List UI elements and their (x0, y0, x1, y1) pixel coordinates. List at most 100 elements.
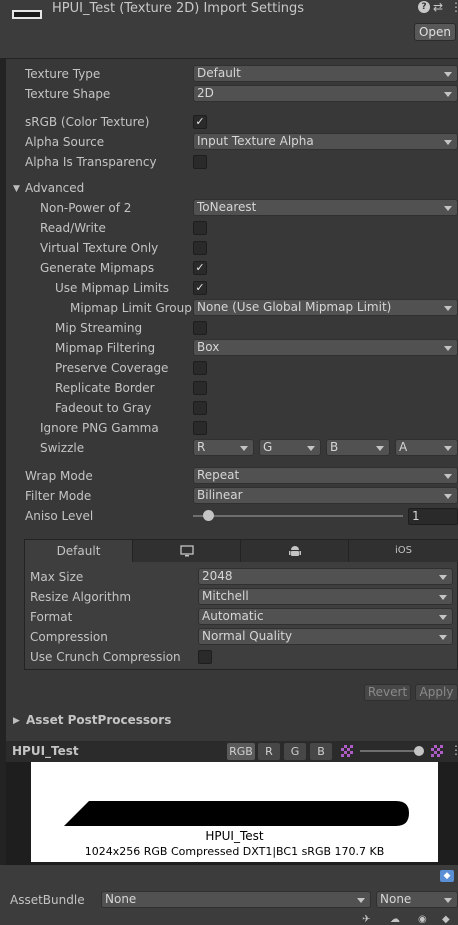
texture-thumbnail-icon (12, 10, 42, 19)
read-write-checkbox[interactable] (193, 221, 207, 235)
label-tag-icon[interactable]: ◆ (440, 870, 454, 882)
tab-ios[interactable]: iOS (349, 540, 458, 562)
ignore-png-gamma-label: Ignore PNG Gamma (40, 421, 159, 435)
chevron-down-icon (444, 306, 452, 311)
channel-rgb-button[interactable]: RGB (227, 743, 255, 760)
alpha-toggle-icon[interactable] (341, 745, 353, 757)
alpha-is-transparency-checkbox[interactable] (193, 155, 207, 169)
swizzle-b-dropdown[interactable]: B (326, 439, 390, 456)
compression-label: Compression (30, 630, 108, 644)
channel-b-button[interactable]: B (310, 743, 332, 760)
wrap-mode-dropdown[interactable]: Repeat (193, 467, 458, 484)
advanced-foldout-icon[interactable]: ▼ (13, 184, 20, 194)
advanced-foldout-label[interactable]: Advanced (25, 181, 84, 195)
texture-type-label: Texture Type (25, 67, 101, 81)
postprocessors-foldout-icon[interactable]: ▶ (13, 716, 20, 726)
swizzle-a-value: A (399, 440, 408, 454)
wrap-mode-value: Repeat (197, 468, 240, 482)
header-divider (6, 58, 458, 59)
texture-shape-dropdown[interactable]: 2D (193, 85, 458, 102)
texture-shape-value: 2D (197, 86, 214, 100)
texture-type-value: Default (197, 66, 241, 80)
use-mipmap-limits-label: Use Mipmap Limits (55, 281, 170, 295)
aniso-level-label: Aniso Level (25, 509, 94, 523)
mipmap-filtering-label: Mipmap Filtering (55, 341, 156, 355)
use-crunch-compression-label: Use Crunch Compression (30, 650, 181, 664)
chevron-down-icon (376, 446, 384, 451)
channel-g-button[interactable]: G (284, 743, 306, 760)
texture-type-dropdown[interactable]: Default (193, 65, 458, 82)
max-size-value: 2048 (202, 569, 233, 583)
status-icon-1: ✈ (362, 914, 371, 925)
format-value: Automatic (202, 609, 264, 623)
mipmap-filtering-dropdown[interactable]: Box (193, 339, 458, 356)
mip-streaming-checkbox[interactable] (193, 321, 207, 335)
swizzle-b-value: B (330, 440, 339, 454)
assetbundle-value: None (105, 892, 137, 906)
channel-r-button[interactable]: R (258, 743, 280, 760)
status-icon-2: ☁ (390, 914, 400, 925)
aniso-level-slider-track[interactable] (193, 515, 403, 517)
chevron-down-icon (444, 206, 452, 211)
max-size-dropdown[interactable]: 2048 (198, 568, 453, 585)
virtual-texture-only-label: Virtual Texture Only (40, 241, 159, 255)
filter-mode-dropdown[interactable]: Bilinear (193, 487, 458, 504)
assetbundle-dropdown[interactable]: None (101, 891, 371, 908)
alpha-source-label: Alpha Source (25, 135, 105, 149)
tab-standalone[interactable] (133, 540, 241, 562)
mip-slider-track[interactable] (360, 750, 422, 752)
aniso-level-slider-thumb[interactable] (203, 510, 214, 521)
non-power-of-2-dropdown[interactable]: ToNearest (193, 199, 458, 216)
mip-slider-thumb[interactable] (414, 746, 424, 756)
fadeout-to-gray-label: Fadeout to Gray (55, 401, 152, 415)
assetbundle-variant-value: None (380, 892, 412, 906)
replicate-border-label: Replicate Border (55, 381, 155, 395)
kebab-menu-icon[interactable]: ⋮ (450, 0, 458, 14)
fadeout-to-gray-checkbox[interactable] (193, 401, 207, 415)
replicate-border-checkbox[interactable] (193, 381, 207, 395)
chevron-down-icon (240, 446, 248, 451)
preview-menu-icon[interactable]: ⋮ (450, 743, 458, 757)
ignore-png-gamma-checkbox[interactable] (193, 421, 207, 435)
mipmap-filtering-value: Box (197, 340, 220, 354)
non-power-of-2-label: Non-Power of 2 (40, 201, 132, 215)
chevron-down-icon (439, 615, 447, 620)
swizzle-g-dropdown[interactable]: G (259, 439, 321, 456)
assetbundle-variant-dropdown[interactable]: None (376, 891, 458, 908)
preview-title: HPUI_Test (12, 744, 79, 758)
chevron-down-icon (444, 346, 452, 351)
chevron-down-icon (444, 140, 452, 145)
generate-mipmaps-checkbox[interactable]: ✓ (193, 261, 207, 275)
virtual-texture-only-checkbox[interactable] (193, 241, 207, 255)
chevron-down-icon (439, 635, 447, 640)
swizzle-r-dropdown[interactable]: R (193, 439, 254, 456)
alpha-is-transparency-label: Alpha Is Transparency (25, 155, 157, 169)
swizzle-g-value: G (263, 440, 273, 454)
asset-postprocessors-label[interactable]: Asset PostProcessors (26, 713, 171, 727)
open-button[interactable]: Open (414, 23, 456, 41)
preserve-coverage-label: Preserve Coverage (55, 361, 169, 375)
aniso-level-input[interactable]: 1 (408, 508, 458, 525)
chevron-down-icon (444, 494, 452, 499)
use-crunch-compression-checkbox[interactable] (198, 650, 212, 664)
wrap-mode-label: Wrap Mode (25, 469, 93, 483)
compression-dropdown[interactable]: Normal Quality (198, 628, 453, 645)
use-mipmap-limits-checkbox[interactable]: ✓ (193, 281, 207, 295)
tab-default[interactable]: Default (25, 540, 133, 562)
preserve-coverage-checkbox[interactable] (193, 361, 207, 375)
settings-icon[interactable]: ⇄ (433, 0, 443, 14)
format-dropdown[interactable]: Automatic (198, 608, 453, 625)
assetbundle-label: AssetBundle (10, 893, 85, 907)
format-label: Format (30, 610, 73, 624)
revert-button[interactable]: Revert (364, 684, 411, 701)
mipmap-limit-group-value: None (Use Global Mipmap Limit) (197, 300, 392, 314)
srgb-checkbox[interactable]: ✓ (193, 115, 207, 129)
alpha-source-dropdown[interactable]: Input Texture Alpha (193, 133, 458, 150)
android-icon (288, 546, 301, 556)
tab-android[interactable] (241, 540, 349, 562)
apply-button[interactable]: Apply (415, 684, 458, 701)
mipmap-limit-group-dropdown[interactable]: None (Use Global Mipmap Limit) (193, 299, 458, 316)
resize-algorithm-dropdown[interactable]: Mitchell (198, 588, 453, 605)
swizzle-a-dropdown[interactable]: A (395, 439, 458, 456)
help-icon[interactable]: ? (418, 1, 430, 13)
